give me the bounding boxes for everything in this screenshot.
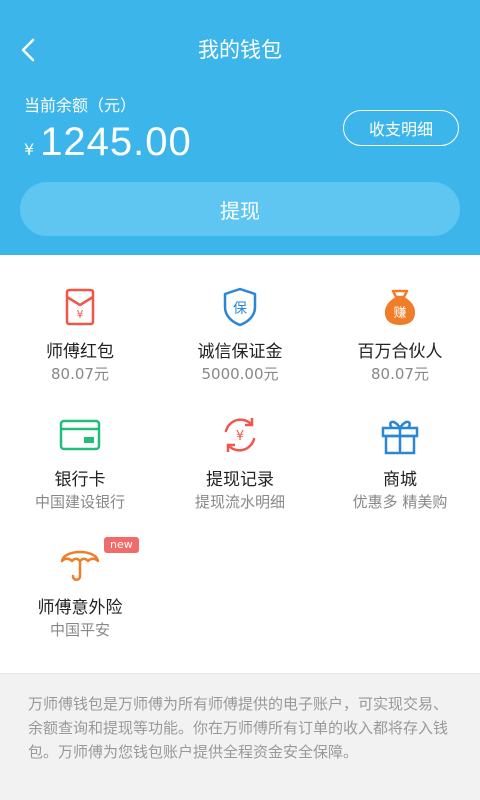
wallet-description: 万师傅钱包是万师傅为所有师傅提供的电子账户，可实现交易、余额查询和提现等功能。你…: [0, 673, 480, 800]
grid-item-sub: 80.07元: [51, 365, 109, 383]
grid-item-label: 师傅意外险: [37, 598, 123, 618]
shield-glyph: 保: [233, 301, 247, 317]
grid-item-label: 百万合伙人: [357, 342, 443, 362]
wallet-feature-grid: ¥ 师傅红包 80.07元 保 诚信保证金 5000.00元 赚 百万合伙人 8…: [0, 255, 480, 673]
grid-item-partner[interactable]: 赚 百万合伙人 80.07元: [320, 255, 480, 383]
grid-item-label: 银行卡: [54, 470, 106, 490]
red-envelope-icon: ¥: [65, 288, 95, 326]
withdraw-record-icon: ¥: [224, 418, 256, 452]
grid-item-sub: 5000.00元: [201, 365, 279, 383]
wallet-header: 我的钱包 当前余额（元） ¥ 1245.00 收支明细 提现: [0, 0, 480, 255]
shield-icon: 保: [223, 287, 257, 327]
grid-item-label: 师傅红包: [46, 342, 114, 362]
page-title: 我的钱包: [198, 38, 282, 62]
gift-icon: [381, 420, 419, 455]
grid-item-label: 提现记录: [206, 470, 274, 490]
grid-item-withdraw-record[interactable]: ¥ 提现记录 提现流水明细: [160, 383, 320, 511]
grid-item-label: 商城: [383, 470, 417, 490]
bank-card-icon: [59, 419, 101, 451]
grid-item-red-envelope[interactable]: ¥ 师傅红包 80.07元: [0, 255, 160, 383]
currency-symbol: ¥: [24, 140, 35, 159]
grid-item-label: 诚信保证金: [197, 342, 283, 362]
transaction-detail-button[interactable]: 收支明细: [343, 110, 459, 146]
grid-item-sub: 80.07元: [371, 365, 429, 383]
grid-item-insurance[interactable]: 师傅意外险 中国平安: [0, 511, 160, 639]
grid-item-sub: 中国建设银行: [34, 493, 125, 511]
grid-item-sub: 中国平安: [49, 621, 110, 639]
grid-item-deposit[interactable]: 保 诚信保证金 5000.00元: [160, 255, 320, 383]
money-bag-glyph: 赚: [393, 305, 406, 321]
balance-amount: 1245.00: [40, 120, 192, 164]
withdraw-glyph: ¥: [236, 429, 244, 444]
new-badge: new: [104, 537, 139, 553]
balance-label: 当前余额（元）: [24, 96, 137, 115]
grid-item-bank-card[interactable]: 银行卡 中国建设银行: [0, 383, 160, 511]
grid-item-sub: 提现流水明细: [194, 493, 285, 511]
grid-item-sub: 优惠多 精美购: [352, 493, 448, 511]
grid-item-mall[interactable]: 商城 优惠多 精美购: [320, 383, 480, 511]
svg-text:¥: ¥: [77, 308, 84, 321]
withdraw-button[interactable]: 提现: [20, 182, 460, 236]
umbrella-icon: [60, 550, 100, 581]
money-bag-icon: 赚: [384, 289, 416, 325]
balance-row: ¥ 1245.00: [24, 120, 192, 165]
